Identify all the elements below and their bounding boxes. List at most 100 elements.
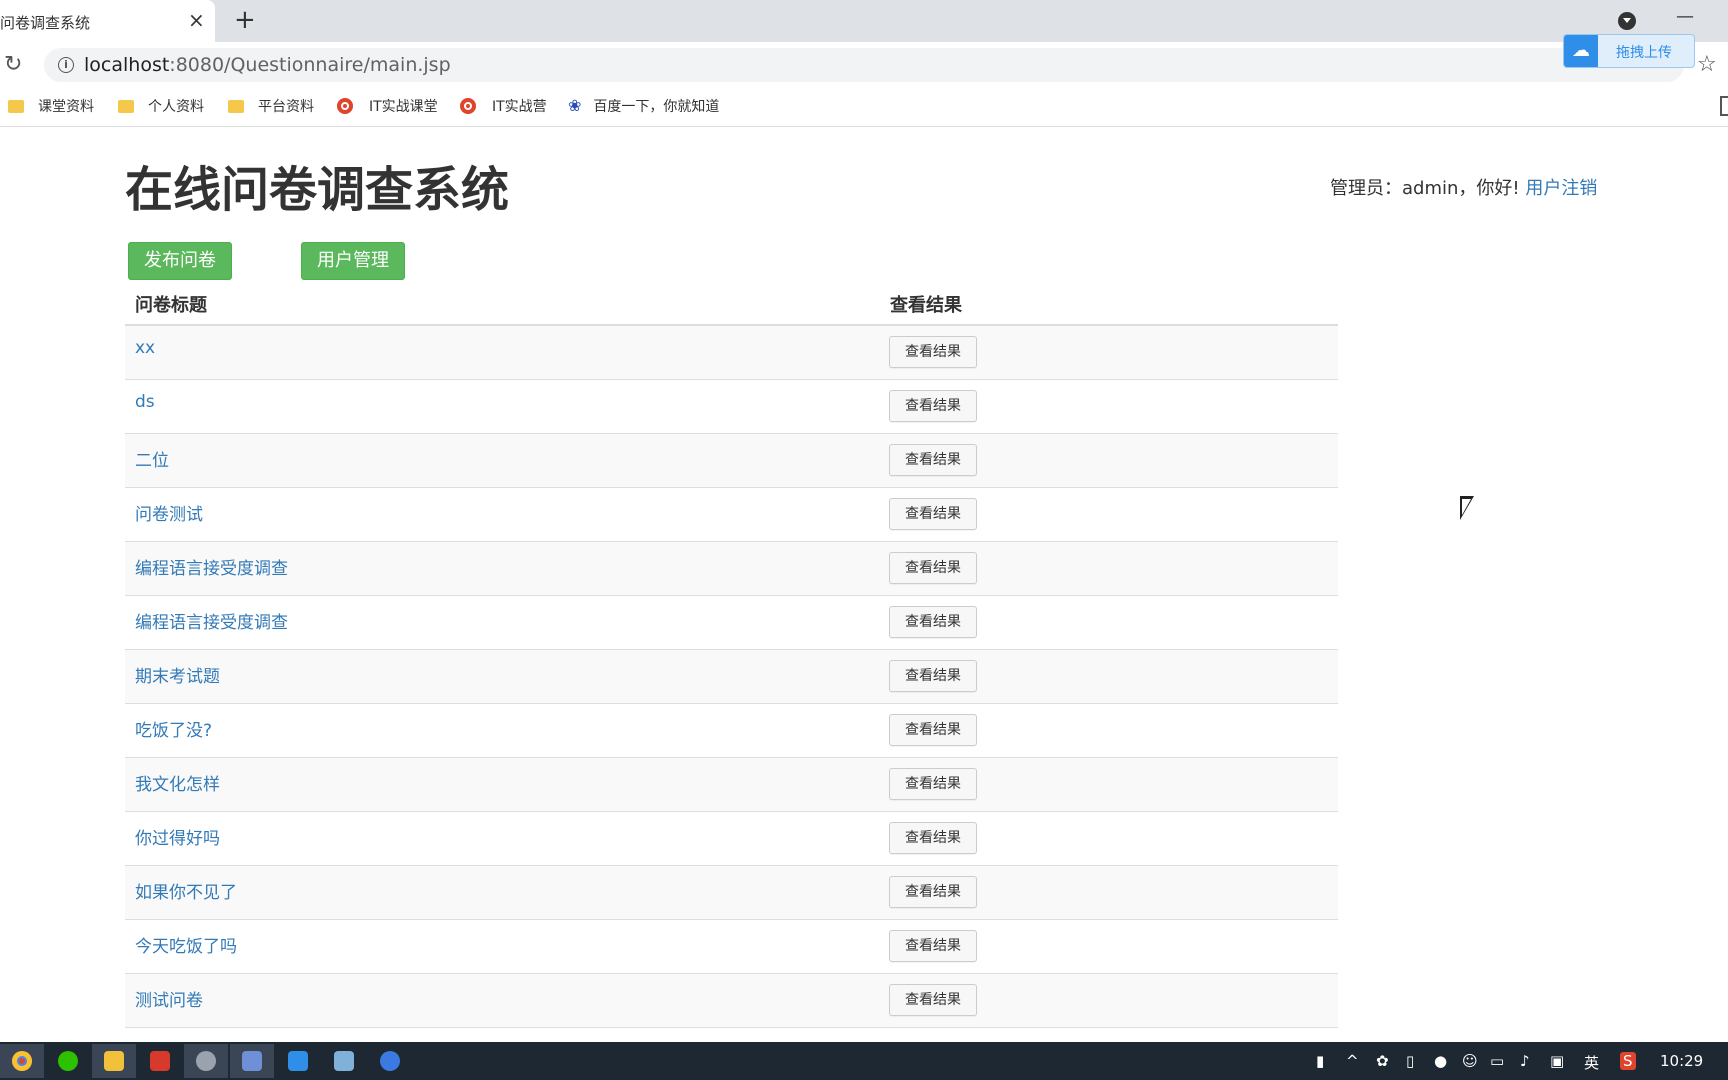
url-path: :8080/Questionnaire/main.jsp <box>169 54 451 76</box>
user-management-button[interactable]: 用户管理 <box>301 242 405 280</box>
address-bar[interactable]: i localhost:8080/Questionnaire/main.jsp <box>44 48 1684 82</box>
survey-title-link[interactable]: 我文化怎样 <box>135 770 220 795</box>
taskbar-eclipse[interactable] <box>368 1044 412 1078</box>
power-icon[interactable]: ▭ <box>1490 1052 1504 1070</box>
ime-indicator[interactable]: 英 <box>1584 1052 1599 1073</box>
taskbar-baidu-cloud[interactable] <box>276 1044 320 1078</box>
baidu-cloud-icon <box>288 1051 308 1071</box>
table-header: 问卷标题 查看结果 <box>125 282 1338 326</box>
bookmark-item[interactable]: 课堂资料 <box>8 96 94 116</box>
table-row: ds 查看结果 <box>125 380 1338 434</box>
wps-icon <box>150 1051 170 1071</box>
taskbar: ▮ ^ ✿ ▯ ● ☺ ▭ ♪ ▣ 英 S 10:29 <box>0 1042 1728 1080</box>
app-icon <box>242 1051 262 1071</box>
survey-title-link[interactable]: 编程语言接受度调查 <box>135 608 288 633</box>
bookmark-item[interactable]: 平台资料 <box>228 96 314 116</box>
gear-icon <box>196 1051 216 1071</box>
minimize-icon[interactable]: — <box>1676 6 1694 27</box>
bookmarks-bar: 课堂资料 个人资料 平台资料 IT实战课堂 IT实战营 ❀ 百度一下，你就知道 <box>0 88 1728 127</box>
bookmark-item[interactable]: IT实战营 <box>460 96 547 116</box>
info-icon[interactable]: i <box>58 57 74 73</box>
table-row: 今天吃饭了吗 查看结果 <box>125 920 1338 974</box>
view-results-button[interactable]: 查看结果 <box>889 660 977 692</box>
bookmark-item[interactable]: 个人资料 <box>118 96 204 116</box>
mouse-cursor <box>1460 496 1474 520</box>
tab-search-icon[interactable] <box>1618 12 1636 30</box>
survey-title-link[interactable]: 吃饭了没? <box>135 716 212 741</box>
survey-title-link[interactable]: 问卷测试 <box>135 500 203 525</box>
taskbar-wps[interactable] <box>138 1044 182 1078</box>
user-info: 管理员：admin，你好! 用户注销 <box>1330 174 1597 200</box>
user-greeting: 管理员：admin，你好! <box>1330 178 1526 199</box>
bookmark-item[interactable]: IT实战课堂 <box>337 96 438 116</box>
view-results-button[interactable]: 查看结果 <box>889 552 977 584</box>
table-row: 期末考试题 查看结果 <box>125 650 1338 704</box>
taskbar-settings[interactable] <box>184 1044 228 1078</box>
taskbar-app[interactable] <box>230 1044 274 1078</box>
taskbar-explorer[interactable] <box>92 1044 136 1078</box>
view-results-button[interactable]: 查看结果 <box>889 444 977 476</box>
table-row: 吃饭了没? 查看结果 <box>125 704 1338 758</box>
table-row: 我文化怎样 查看结果 <box>125 758 1338 812</box>
chrome-icon <box>12 1051 32 1071</box>
view-results-button[interactable]: 查看结果 <box>889 930 977 962</box>
survey-title-link[interactable]: 如果你不见了 <box>135 878 237 903</box>
wechat-tray-icon[interactable]: ● <box>1434 1052 1447 1070</box>
view-results-button[interactable]: 查看结果 <box>889 822 977 854</box>
bookmark-star-icon[interactable]: ☆ <box>1697 52 1717 77</box>
reload-icon[interactable]: ↻ <box>4 52 22 77</box>
survey-title-link[interactable]: 二位 <box>135 446 169 471</box>
flower-icon[interactable]: ✿ <box>1376 1052 1389 1070</box>
survey-title-link[interactable]: 今天吃饭了吗 <box>135 932 237 957</box>
taskbar-wechat[interactable] <box>46 1044 90 1078</box>
publish-survey-button[interactable]: 发布问卷 <box>128 242 232 280</box>
browser-tab[interactable]: 问卷调查系统 × <box>0 0 215 42</box>
taskbar-chrome[interactable] <box>0 1044 44 1078</box>
table-row: 你过得好吗 查看结果 <box>125 812 1338 866</box>
bookmark-label: 课堂资料 <box>38 99 94 115</box>
view-results-button[interactable]: 查看结果 <box>889 984 977 1016</box>
wechat-icon <box>58 1051 78 1071</box>
chevron-up-icon[interactable]: ^ <box>1346 1052 1359 1070</box>
view-results-button[interactable]: 查看结果 <box>889 876 977 908</box>
baidu-paw-icon: ❀ <box>568 96 582 115</box>
table-row: 如果你不见了 查看结果 <box>125 866 1338 920</box>
clock[interactable]: 10:29 <box>1660 1052 1703 1070</box>
view-results-button[interactable]: 查看结果 <box>889 606 977 638</box>
survey-title-link[interactable]: xx <box>135 338 155 358</box>
view-results-button[interactable]: 查看结果 <box>889 498 977 530</box>
qq-icon[interactable]: ☺ <box>1462 1052 1478 1070</box>
table-row: xx 查看结果 <box>125 326 1338 380</box>
volume-icon[interactable]: ♪ <box>1520 1052 1530 1070</box>
survey-title-link[interactable]: 你过得好吗 <box>135 824 220 849</box>
new-tab-icon[interactable]: + <box>234 5 256 35</box>
battery-icon[interactable]: ▮ <box>1316 1052 1324 1070</box>
survey-title-link[interactable]: 编程语言接受度调查 <box>135 554 288 579</box>
logout-link[interactable]: 用户注销 <box>1525 178 1597 199</box>
column-header-title: 问卷标题 <box>135 295 207 316</box>
bookmark-label: 百度一下，你就知道 <box>593 99 720 115</box>
survey-title-link[interactable]: 期末考试题 <box>135 662 220 687</box>
reading-list-icon[interactable] <box>1720 96 1728 116</box>
network-icon[interactable]: ▣ <box>1550 1052 1564 1070</box>
survey-title-link[interactable]: ds <box>135 392 155 412</box>
view-results-button[interactable]: 查看结果 <box>889 390 977 422</box>
bookmark-label: 平台资料 <box>258 99 314 115</box>
taskbar-notes[interactable] <box>322 1044 366 1078</box>
tab-bar: 问卷调查系统 × + — <box>0 0 1728 42</box>
table-row: 测试问卷 查看结果 <box>125 974 1338 1028</box>
view-results-button[interactable]: 查看结果 <box>889 768 977 800</box>
folder-icon <box>118 100 134 113</box>
folder-icon <box>8 100 24 113</box>
survey-title-link[interactable]: 测试问卷 <box>135 986 203 1011</box>
close-icon[interactable]: × <box>188 8 205 32</box>
upload-button[interactable]: ☁ 拖拽上传 <box>1563 34 1695 68</box>
view-results-button[interactable]: 查看结果 <box>889 714 977 746</box>
bookmark-item[interactable]: ❀ 百度一下，你就知道 <box>568 96 719 116</box>
view-results-button[interactable]: 查看结果 <box>889 336 977 368</box>
sogou-icon[interactable]: S <box>1620 1052 1636 1070</box>
folder-icon <box>104 1051 124 1071</box>
mic-icon[interactable]: ▯ <box>1406 1052 1414 1070</box>
bookmark-label: 个人资料 <box>148 99 204 115</box>
column-header-result: 查看结果 <box>890 295 962 316</box>
